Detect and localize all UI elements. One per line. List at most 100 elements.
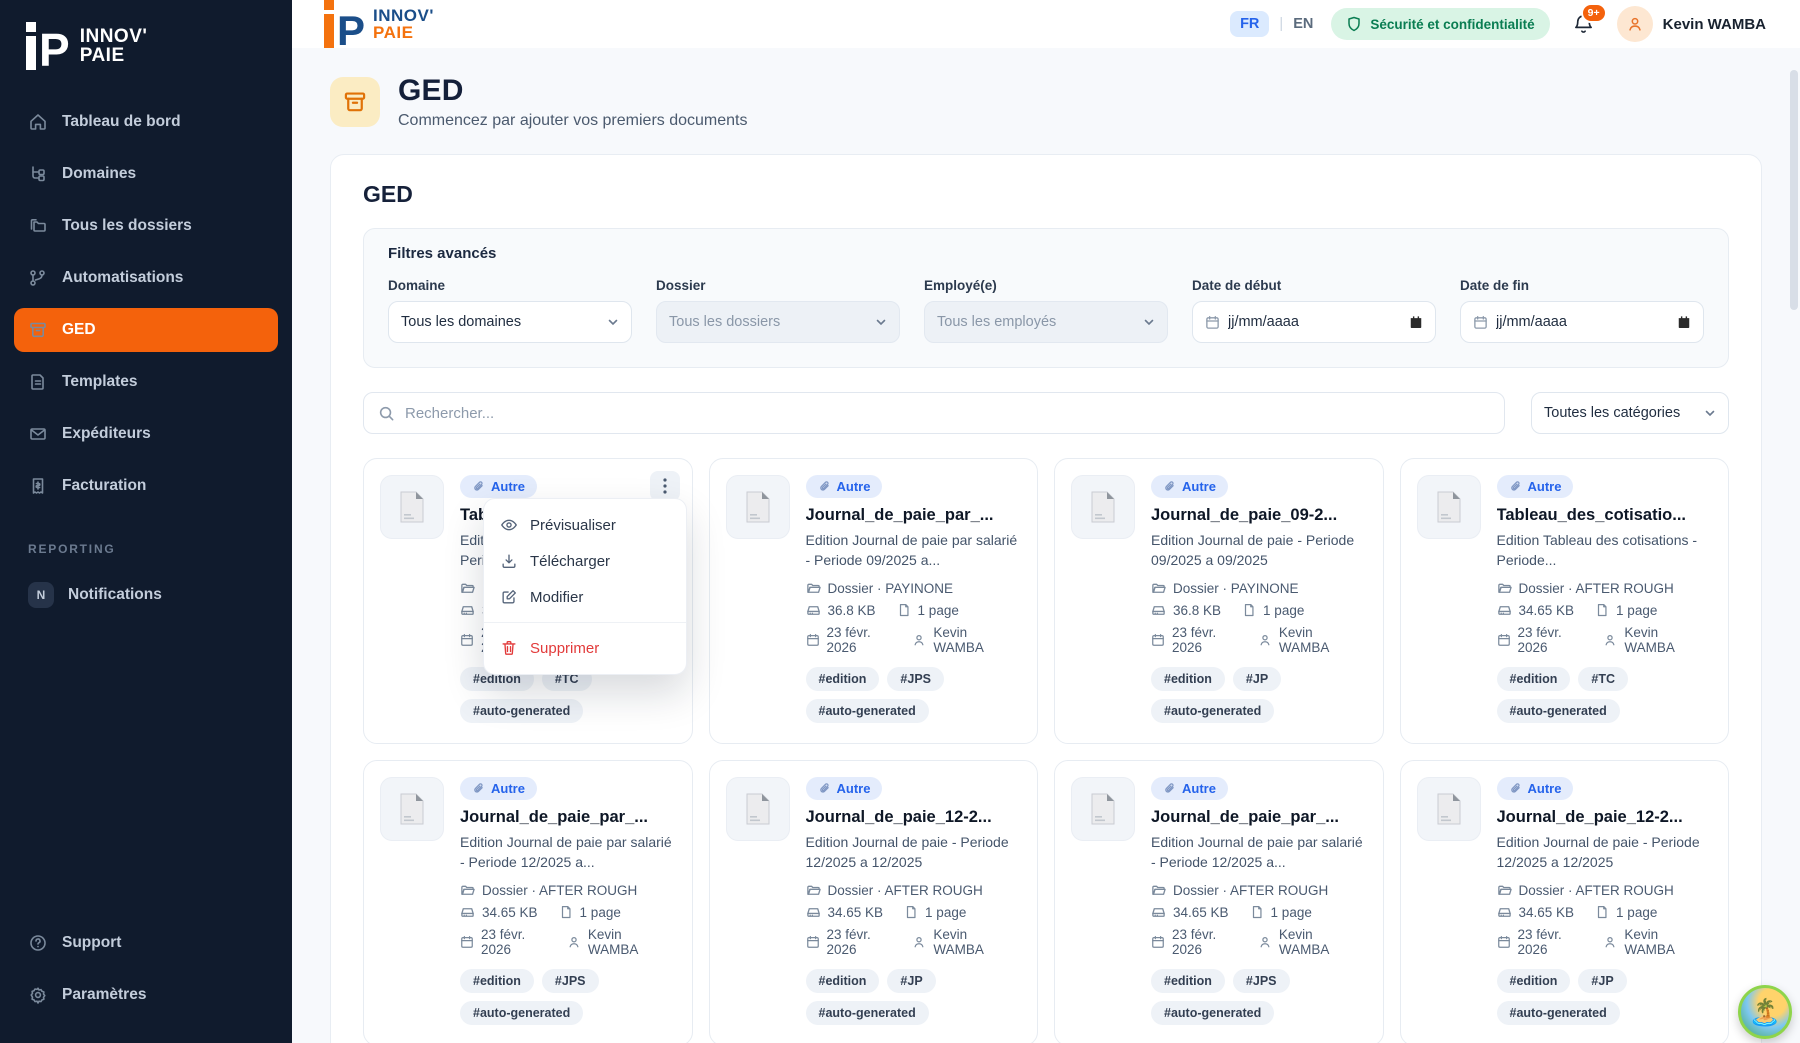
main-content: GED Commencez par ajouter vos premiers d… — [292, 48, 1800, 1043]
paperclip-icon — [1509, 480, 1522, 493]
author-pair: Kevin WAMBA — [1603, 625, 1698, 655]
document-date: 23 févr. 2026 — [1172, 927, 1237, 957]
document-card[interactable]: Autre Tableau_des_cotisatio... Edition T… — [1400, 458, 1730, 744]
search-box[interactable] — [363, 392, 1505, 434]
lang-fr-button[interactable]: FR — [1230, 11, 1269, 37]
domaine-select[interactable]: Tous les domaines — [388, 301, 632, 343]
sidebar-item-support[interactable]: Support — [14, 921, 278, 965]
category-select[interactable]: Toutes les catégories — [1531, 392, 1729, 434]
date-picker-icon[interactable] — [1409, 315, 1423, 329]
document-size: 34.65 KB — [1519, 905, 1575, 920]
document-card[interactable]: Autre Journal_de_paie_par_... Edition Jo… — [363, 760, 693, 1043]
search-icon — [378, 405, 395, 422]
tags-row: #edition #TC #auto-generated — [460, 667, 676, 723]
sidebar-item-parametres[interactable]: Paramètres — [14, 973, 278, 1017]
filter-label: Domaine — [388, 278, 632, 293]
document-file-icon — [743, 490, 773, 524]
pages-pair: 1 page — [1242, 603, 1304, 618]
avatar — [1617, 6, 1653, 42]
document-folder: Dossier · PAYINONE — [828, 581, 954, 596]
menu-item-supprimer[interactable]: Supprimer — [484, 630, 686, 666]
sidebar-item-tous-les-dossiers[interactable]: Tous les dossiers — [14, 204, 278, 248]
document-card[interactable]: Autre Journal_de_paie_par_... Edition Jo… — [1054, 760, 1384, 1043]
user-icon — [912, 935, 926, 949]
sidebar-item-facturation[interactable]: Facturation — [14, 464, 278, 508]
pages-pair: 1 page — [1595, 603, 1657, 618]
document-thumbnail — [380, 475, 444, 539]
tag: #edition — [1151, 667, 1225, 691]
document-description: Edition Tableau des cotisations - Period… — [1497, 531, 1713, 571]
document-author: Kevin WAMBA — [933, 625, 1007, 655]
document-card[interactable]: Autre Journal_de_paie_par_... Edition Jo… — [709, 458, 1039, 744]
document-card[interactable]: Autre Journal_de_paie_09-2... Edition Jo… — [1054, 458, 1384, 744]
reporting-section-label: REPORTING — [0, 508, 292, 570]
document-pages: 1 page — [1263, 603, 1304, 618]
tag: #auto-generated — [460, 699, 583, 723]
tag: #TC — [1578, 667, 1628, 691]
employe-select[interactable]: Tous les employés — [924, 301, 1168, 343]
notifications-bell-button[interactable]: 9+ — [1568, 9, 1599, 40]
sidebar-item-ged[interactable]: GED — [14, 308, 278, 352]
header-actions: FR | EN Sécurité et confidentialité 9+ K… — [1230, 6, 1766, 42]
mail-icon — [28, 424, 48, 444]
menu-item-modifier[interactable]: Modifier — [484, 579, 686, 615]
lang-en-button[interactable]: EN — [1293, 16, 1313, 32]
card-more-button[interactable] — [650, 471, 680, 501]
top-header: P INNOV' PAIE FR | EN Sécurité et confid… — [292, 0, 1800, 48]
folders-icon — [28, 216, 48, 236]
brand-line1: INNOV' — [80, 27, 148, 46]
sidebar-item-automatisations[interactable]: Automatisations — [14, 256, 278, 300]
document-folder: Dossier · AFTER ROUGH — [828, 883, 983, 898]
page-icon — [1595, 905, 1609, 919]
document-card[interactable]: Autre Journal_de_paie_12-2... Edition Jo… — [1400, 760, 1730, 1043]
scrollbar-thumb[interactable] — [1790, 70, 1798, 310]
date-debut-input[interactable]: jj/mm/aaaa — [1192, 301, 1436, 343]
brand-line2: PAIE — [373, 24, 434, 41]
document-description: Edition Journal de paie - Periode 09/202… — [1151, 531, 1367, 571]
folder-row: Dossier · AFTER ROUGH — [1497, 883, 1713, 898]
tag: #edition — [1497, 667, 1571, 691]
document-pages: 1 page — [925, 905, 966, 920]
filter-label: Employé(e) — [924, 278, 1168, 293]
sidebar-item-templates[interactable]: Templates — [14, 360, 278, 404]
menu-item-telecharger[interactable]: Télécharger — [484, 543, 686, 579]
user-menu[interactable]: Kevin WAMBA — [1617, 6, 1766, 42]
page-subtitle: Commencez par ajouter vos premiers docum… — [398, 112, 747, 130]
document-card[interactable]: Autre Journal_de_paie_12-2... Edition Jo… — [709, 760, 1039, 1043]
sidebar-item-notifications[interactable]: N Notifications — [14, 570, 278, 620]
menu-item-previsualiser[interactable]: Prévisualiser — [484, 507, 686, 543]
sidebar-item-tableau-de-bord[interactable]: Tableau de bord — [14, 100, 278, 144]
sidebar-item-expediteurs[interactable]: Expéditeurs — [14, 412, 278, 456]
document-author: Kevin WAMBA — [1624, 927, 1698, 957]
user-icon — [1603, 633, 1617, 647]
page-icon — [1242, 603, 1256, 617]
tag: #auto-generated — [1497, 1001, 1620, 1025]
author-pair: Kevin WAMBA — [912, 927, 1007, 957]
date-picker-icon[interactable] — [1677, 315, 1691, 329]
sidebar: P INNOV' PAIE Tableau de bord Domaines T… — [0, 0, 292, 1043]
sidebar-item-domaines[interactable]: Domaines — [14, 152, 278, 196]
document-title: Journal_de_paie_par_... — [1151, 808, 1367, 827]
security-badge[interactable]: Sécurité et confidentialité — [1331, 8, 1549, 40]
document-thumbnail — [1417, 777, 1481, 841]
user-name: Kevin WAMBA — [1663, 16, 1766, 33]
paperclip-icon — [1509, 782, 1522, 795]
tags-row: #edition #JP #auto-generated — [806, 969, 1022, 1025]
chevron-down-icon — [875, 316, 887, 328]
logo-mark-icon: P — [26, 22, 68, 70]
menu-item-label: Télécharger — [530, 553, 610, 570]
sidebar-item-label: Domaines — [62, 165, 136, 183]
dossier-select[interactable]: Tous les dossiers — [656, 301, 900, 343]
tropical-widget-button[interactable]: 🏝️ — [1738, 985, 1792, 1039]
document-size: 34.65 KB — [1519, 603, 1575, 618]
paperclip-icon — [818, 480, 831, 493]
date-fin-input[interactable]: jj/mm/aaaa — [1460, 301, 1704, 343]
document-title: Journal_de_paie_09-2... — [1151, 506, 1367, 525]
brand-line2: PAIE — [80, 46, 148, 65]
document-author: Kevin WAMBA — [1279, 625, 1353, 655]
chevron-down-icon — [607, 316, 619, 328]
page-scrollbar[interactable] — [1789, 0, 1798, 1043]
search-input[interactable] — [405, 405, 1490, 422]
document-author: Kevin WAMBA — [1279, 927, 1353, 957]
folder-row: Dossier · AFTER ROUGH — [460, 883, 676, 898]
